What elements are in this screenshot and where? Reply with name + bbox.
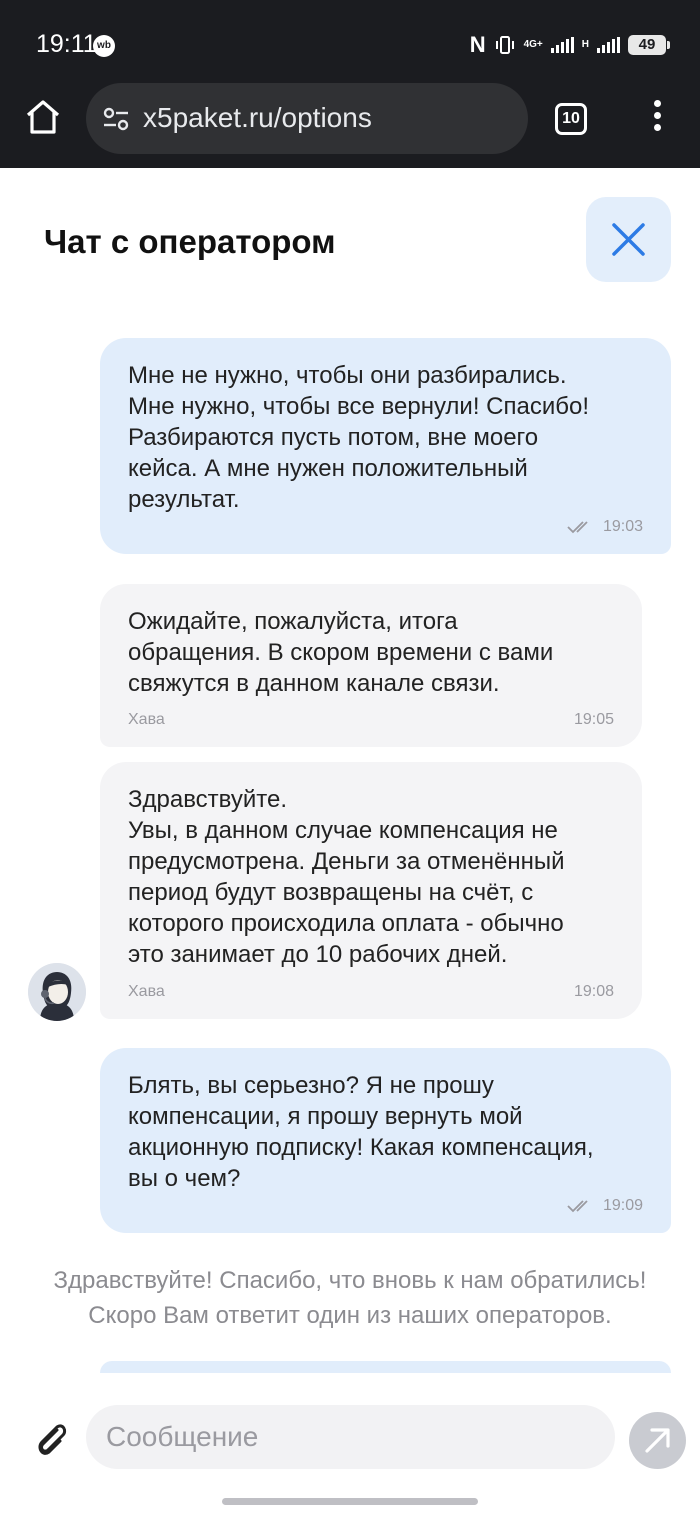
message-text: Блять, вы серьезно? Я не прошу компенсац…	[128, 1072, 594, 1192]
nfc-icon: N	[469, 32, 486, 57]
message-outgoing: Блять, вы серьезно? Я не прошу компенсац…	[100, 1048, 671, 1233]
status-time: 19:11	[36, 30, 97, 58]
message-incoming: Ожидайте, пожалуйста, итога обращения. В…	[100, 584, 642, 747]
message-text: Ожидайте, пожалуйста, итога обращения. В…	[128, 608, 554, 697]
send-arrow-icon	[645, 1428, 670, 1453]
gesture-home-indicator[interactable]	[222, 1498, 478, 1505]
message-sender: Хава	[128, 711, 165, 728]
url-text[interactable]: x5paket.ru/options	[143, 102, 372, 134]
message-time: 19:03	[602, 518, 643, 535]
message-time: 19:09	[602, 1197, 643, 1214]
site-settings-icon[interactable]	[102, 105, 130, 133]
send-button[interactable]	[629, 1412, 686, 1469]
overflow-menu-icon[interactable]	[648, 100, 666, 136]
message-time: 19:08	[573, 983, 614, 1000]
close-button[interactable]	[586, 197, 671, 282]
browser-top-bar: 19:11 wb N 4G+ H 49 x5paket.ru/options 1…	[0, 0, 700, 168]
message-meta: 19:09	[567, 1197, 643, 1215]
signal-icon-2	[597, 37, 620, 53]
tab-switcher-button[interactable]: 10	[555, 103, 587, 135]
operator-avatar-icon	[28, 963, 86, 1021]
message-time: 19:05	[573, 711, 614, 728]
message-outgoing-partial	[100, 1361, 671, 1373]
close-icon	[612, 223, 645, 256]
message-text: Мне не нужно, чтобы они разбирались. Мне…	[128, 362, 590, 513]
message-text: Здравствуйте. Увы, в данном случае компе…	[128, 786, 565, 968]
message-outgoing: Мне не нужно, чтобы они разбирались. Мне…	[100, 338, 671, 554]
chat-title: Чат с оператором	[44, 223, 336, 260]
message-incoming: Здравствуйте. Увы, в данном случае компе…	[100, 762, 642, 1019]
url-bar[interactable]: x5paket.ru/options	[86, 83, 528, 154]
status-indicators: N 4G+ H 49	[469, 30, 670, 60]
wb-notification-icon: wb	[93, 35, 115, 57]
message-meta: 19:03	[567, 518, 643, 536]
message-sender: Хава	[128, 983, 165, 1000]
system-note: Здравствуйте! Спасибо, что вновь к нам о…	[0, 1263, 700, 1333]
double-check-icon	[567, 1200, 588, 1213]
signal-icon	[550, 37, 574, 53]
network-type-label: 4G+	[523, 39, 543, 50]
operator-avatar	[28, 963, 86, 1021]
home-icon[interactable]	[24, 98, 62, 136]
system-note-text: Здравствуйте! Спасибо, что вновь к нам о…	[53, 1267, 647, 1329]
attach-icon[interactable]	[30, 1418, 70, 1458]
vibrate-icon	[495, 36, 514, 54]
double-check-icon	[567, 521, 588, 534]
message-input[interactable]	[86, 1405, 615, 1469]
network-type-label-2: H	[581, 39, 589, 50]
battery-icon: 49	[628, 35, 670, 55]
